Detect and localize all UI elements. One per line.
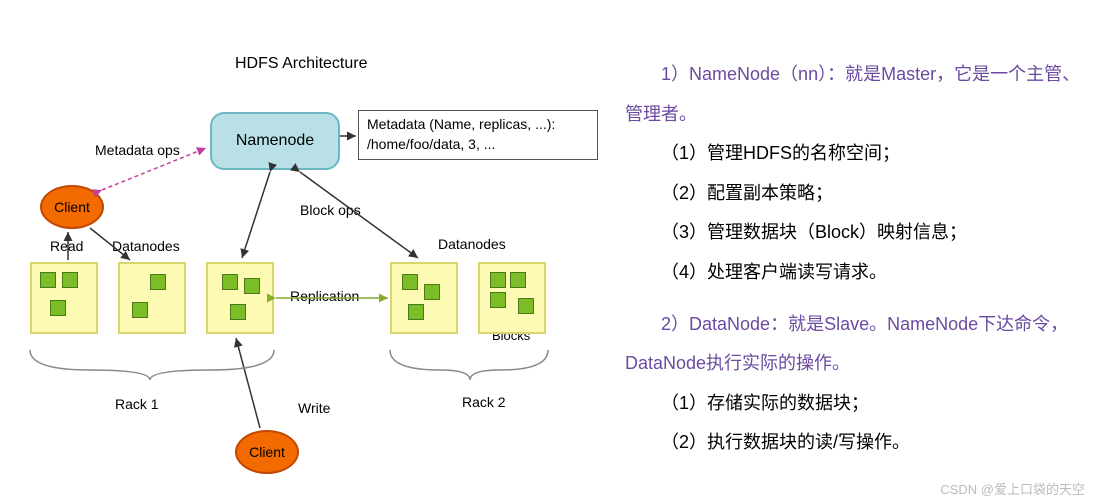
watermark: CSDN @爱上口袋的天空 xyxy=(940,479,1085,498)
write-label: Write xyxy=(298,400,330,416)
rack2-label: Rack 2 xyxy=(462,394,506,410)
datanode-point-2: （2）执行数据块的读/写操作。 xyxy=(625,423,1085,463)
datanode-5 xyxy=(478,262,546,334)
datanode-3 xyxy=(206,262,274,334)
diagram-title: HDFS Architecture xyxy=(235,55,367,73)
datanodes-label-right: Datanodes xyxy=(438,236,506,252)
client-top: Client xyxy=(40,185,104,229)
arrow-layer xyxy=(0,0,620,503)
namenode-point-1: （1）管理HDFS的名称空间； xyxy=(625,134,1085,174)
description-column: 1）NameNode（nn）：就是Master，它是一个主管、管理者。 （1）管… xyxy=(625,55,1085,463)
metadata-line-1: Metadata (Name, replicas, ...): xyxy=(367,115,589,135)
datanode-2 xyxy=(118,262,186,334)
datanode-heading: 2）DataNode：就是Slave。NameNode下达命令，DataNode… xyxy=(625,305,1085,384)
namenode-point-3: （3）管理数据块（Block）映射信息； xyxy=(625,213,1085,253)
namenode-point-2: （2）配置副本策略； xyxy=(625,174,1085,214)
namenode-point-4: （4）处理客户端读写请求。 xyxy=(625,253,1085,293)
datanode-point-1: （1）存储实际的数据块； xyxy=(625,384,1085,424)
block-ops-label: Block ops xyxy=(300,202,361,218)
metadata-ops-label: Metadata ops xyxy=(95,142,180,158)
read-label: Read xyxy=(50,238,83,254)
namenode-label: Namenode xyxy=(236,132,314,150)
replication-label: Replication xyxy=(290,288,359,304)
datanode-1 xyxy=(30,262,98,334)
namenode-heading: 1）NameNode（nn）：就是Master，它是一个主管、管理者。 xyxy=(625,55,1085,134)
datanodes-label-left: Datanodes xyxy=(112,238,180,254)
datanode-4 xyxy=(390,262,458,334)
client-label: Client xyxy=(54,199,90,215)
metadata-box: Metadata (Name, replicas, ...): /home/fo… xyxy=(358,110,598,160)
namenode-box: Namenode xyxy=(210,112,340,170)
hdfs-architecture-diagram: HDFS Architecture Namenode Metadata (Nam… xyxy=(0,0,620,503)
client-bottom: Client xyxy=(235,430,299,474)
client-label: Client xyxy=(249,444,285,460)
rack1-label: Rack 1 xyxy=(115,396,159,412)
metadata-line-2: /home/foo/data, 3, ... xyxy=(367,135,589,155)
